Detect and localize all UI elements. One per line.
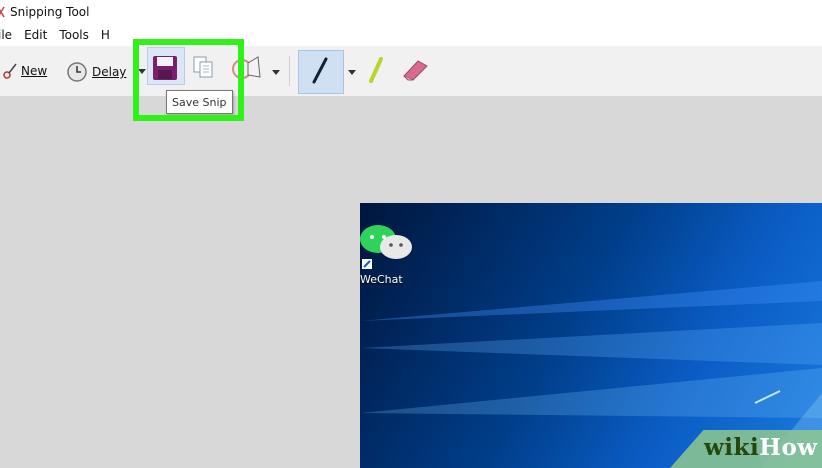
toolbar-separator [289,56,290,86]
menu-file[interactable]: ile [0,28,12,42]
windows-light-rays [360,281,822,468]
pen-dropdown-icon[interactable] [348,70,356,75]
menu-edit[interactable]: Edit [24,28,47,42]
delay-label: Delay [92,65,127,79]
wechat-icon[interactable] [358,221,418,271]
watermark-part2: How [759,434,818,461]
eraser-icon[interactable] [398,56,430,82]
new-button[interactable]: New [3,62,48,80]
window-title: Snipping Tool [10,5,90,19]
watermark-text: wikiHow [704,434,818,461]
highlighter-icon[interactable] [366,56,386,86]
desktop-screenshot [360,203,822,468]
highlight-box [133,39,244,121]
menu-tools[interactable]: Tools [59,28,89,42]
send-dropdown-icon[interactable] [272,70,280,75]
menu-help[interactable]: H [101,28,110,42]
clock-icon [67,62,87,82]
menu-bar: ile Edit Tools H [0,24,822,46]
delay-button[interactable]: Delay [66,61,146,83]
wechat-label: WeChat [360,273,403,286]
pen-icon [312,57,328,84]
new-snip-icon [3,63,17,79]
watermark-part1: wiki [704,434,760,461]
new-label: New [21,64,48,78]
title-bar: Snipping Tool [0,0,822,24]
scissors-icon [0,6,5,18]
